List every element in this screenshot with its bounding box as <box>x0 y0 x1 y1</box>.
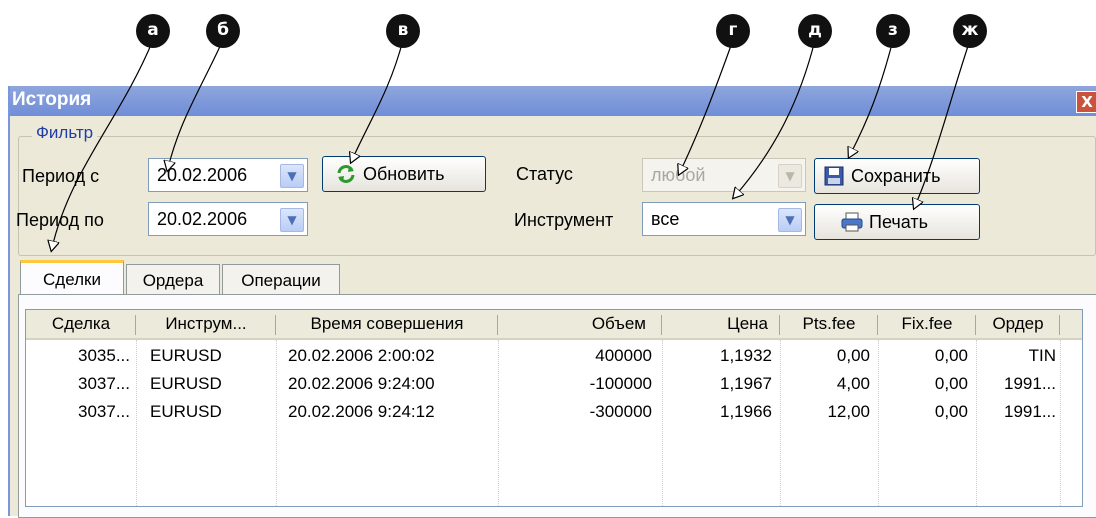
tab-operations[interactable]: Операции <box>222 264 340 296</box>
tab-orders[interactable]: Ордера <box>126 264 220 296</box>
column-header-filler <box>1060 310 1082 340</box>
table-row-1-instrument[interactable]: EURUSD <box>150 342 274 370</box>
table-row-3-order[interactable]: 1991... <box>976 398 1056 426</box>
callout-marker-b: б <box>206 14 240 48</box>
refresh-button-label: Обновить <box>363 163 445 184</box>
table-row-2-order[interactable]: 1991... <box>976 370 1056 398</box>
status-select: любой ▼ <box>642 158 806 192</box>
period-from-datepicker[interactable]: 20.02.2006 ▼ <box>148 158 308 192</box>
callout-marker-v: в <box>386 14 420 48</box>
status-value: любой <box>651 165 706 185</box>
callout-marker-a: а <box>136 14 170 48</box>
table-row-1-volume[interactable]: 400000 <box>498 342 652 370</box>
deals-panel: Сделка Инструм... Время совершения Объем… <box>18 294 1096 518</box>
floppy-disk-icon <box>823 165 845 187</box>
table-row-2-volume[interactable]: -100000 <box>498 370 652 398</box>
period-from-label: Период с <box>22 166 100 186</box>
table-row-1-fix-fee[interactable]: 0,00 <box>878 342 968 370</box>
period-to-value: 20.02.2006 <box>157 209 248 229</box>
callout-marker-d: д <box>798 14 832 48</box>
column-header-order[interactable]: Ордер <box>976 310 1060 340</box>
table-row-2-price[interactable]: 1,1967 <box>662 370 772 398</box>
instrument-select[interactable]: все ▼ <box>642 202 806 236</box>
table-row-3-price[interactable]: 1,1966 <box>662 398 772 426</box>
refresh-button[interactable]: Обновить <box>322 156 486 192</box>
chevron-down-icon[interactable]: ▼ <box>280 164 304 188</box>
callout-marker-z: з <box>876 14 910 48</box>
tab-deals[interactable]: Сделки <box>20 260 124 296</box>
print-button[interactable]: Печать <box>814 204 980 240</box>
period-to-datepicker[interactable]: 20.02.2006 ▼ <box>148 202 308 236</box>
table-row-2-instrument[interactable]: EURUSD <box>150 370 274 398</box>
table-row-3-instrument[interactable]: EURUSD <box>150 398 274 426</box>
table-row-3-fix-fee[interactable]: 0,00 <box>878 398 968 426</box>
table-row-3-deal[interactable]: 3037... <box>26 398 130 426</box>
title-bar: История X <box>10 86 1096 116</box>
column-header-time[interactable]: Время совершения <box>276 310 498 340</box>
column-header-instrument[interactable]: Инструм... <box>136 310 276 340</box>
column-header-deal[interactable]: Сделка <box>26 310 136 340</box>
table-row-1-pts-fee[interactable]: 0,00 <box>780 342 870 370</box>
column-header-pts-fee[interactable]: Pts.fee <box>780 310 878 340</box>
callout-marker-g: г <box>716 14 750 48</box>
table-row-1-order[interactable]: TIN <box>976 342 1056 370</box>
table-row-2-fix-fee[interactable]: 0,00 <box>878 370 968 398</box>
table-row-2-pts-fee[interactable]: 4,00 <box>780 370 870 398</box>
window-title: История <box>12 89 92 110</box>
status-label: Статус <box>516 164 573 184</box>
table-row-1-time[interactable]: 20.02.2006 2:00:02 <box>288 342 494 370</box>
history-window: История X Фильтр Период с 20.02.2006 ▼ П… <box>8 86 1096 518</box>
column-header-volume[interactable]: Объем <box>498 310 662 340</box>
table-row-1-deal[interactable]: 3035... <box>26 342 130 370</box>
refresh-icon <box>335 163 357 185</box>
printer-icon <box>841 211 863 233</box>
instrument-value: все <box>651 209 680 229</box>
print-button-label: Печать <box>869 211 928 232</box>
save-button-label: Сохранить <box>851 165 941 186</box>
chevron-down-icon[interactable]: ▼ <box>280 208 304 232</box>
table-row-3-time[interactable]: 20.02.2006 9:24:12 <box>288 398 494 426</box>
callout-marker-zh: ж <box>953 14 987 48</box>
table-row-3-pts-fee[interactable]: 12,00 <box>780 398 870 426</box>
instrument-label: Инструмент <box>514 210 614 230</box>
close-button[interactable]: X <box>1076 91 1096 113</box>
table-row-1-price[interactable]: 1,1932 <box>662 342 772 370</box>
deals-table: Сделка Инструм... Время совершения Объем… <box>25 309 1083 507</box>
period-to-label: Период по <box>16 210 104 230</box>
period-from-value: 20.02.2006 <box>157 165 248 185</box>
chevron-down-icon[interactable]: ▼ <box>778 208 802 232</box>
chevron-down-icon: ▼ <box>778 164 802 188</box>
save-button[interactable]: Сохранить <box>814 158 980 194</box>
column-header-price[interactable]: Цена <box>662 310 780 340</box>
table-row-2-deal[interactable]: 3037... <box>26 370 130 398</box>
filter-legend: Фильтр <box>32 123 98 143</box>
table-row-2-time[interactable]: 20.02.2006 9:24:00 <box>288 370 494 398</box>
column-header-fix-fee[interactable]: Fix.fee <box>878 310 976 340</box>
table-row-3-volume[interactable]: -300000 <box>498 398 652 426</box>
